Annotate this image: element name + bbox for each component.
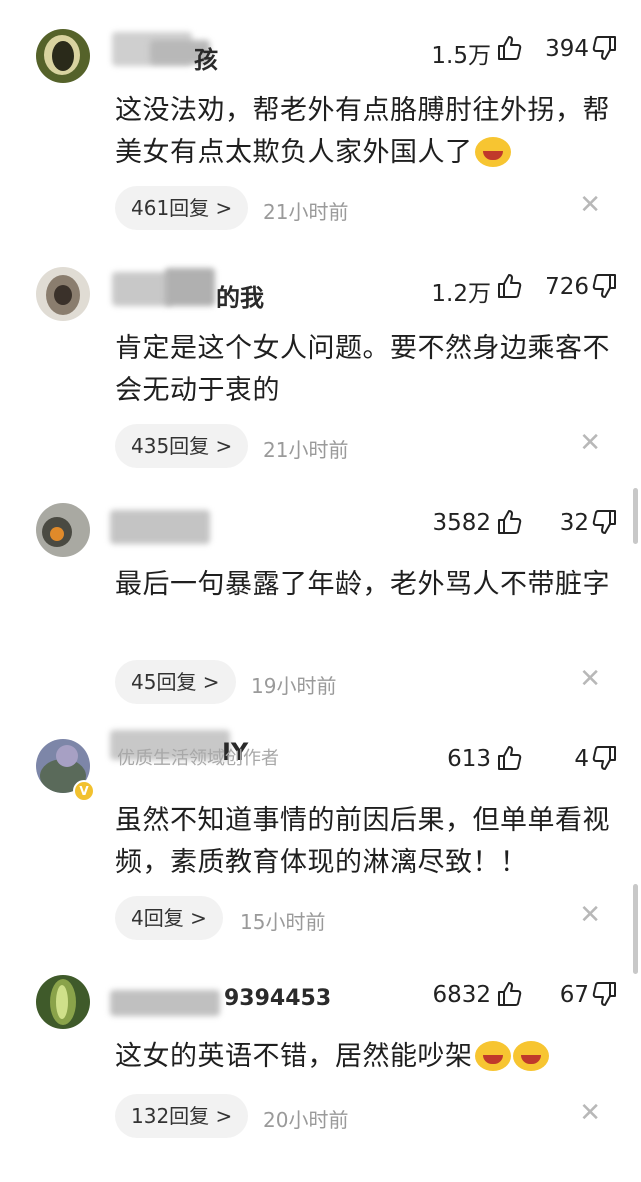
close-icon[interactable]: ✕ bbox=[579, 430, 601, 456]
comment-item: V IY 优质生活领域创作者 613 4 虽然不知道事情的前因后果，但单单看视频… bbox=[0, 710, 641, 946]
like-count: 613 bbox=[447, 746, 491, 772]
thumbs-down-icon[interactable] bbox=[591, 272, 619, 300]
timestamp: 21小时前 bbox=[263, 438, 349, 462]
comment-text: 虽然不知道事情的前因后果，但单单看视频，素质教育体现的淋漓尽致！！ bbox=[115, 805, 610, 878]
thumbs-up-icon[interactable] bbox=[495, 508, 523, 536]
dislike-count: 32 bbox=[559, 510, 589, 536]
comment-text: 这没法劝，帮老外有点胳膊肘往外拐，帮美女有点太欺负人家外国人了 bbox=[115, 95, 610, 168]
comment-item: 3582 32 最后一句暴露了年龄，老外骂人不带脏字 45回复 > 19小时前 … bbox=[0, 474, 641, 710]
scrollbar[interactable] bbox=[633, 884, 638, 974]
timestamp: 15小时前 bbox=[240, 910, 326, 934]
username[interactable]: 9394453 bbox=[110, 972, 370, 1020]
timestamp: 20小时前 bbox=[263, 1108, 349, 1132]
avatar[interactable] bbox=[36, 503, 90, 557]
username-text: 9394453 bbox=[224, 986, 332, 1011]
thumbs-up-icon[interactable] bbox=[495, 980, 523, 1008]
grinning-emoji bbox=[512, 1041, 549, 1071]
username[interactable]: 的我 bbox=[110, 264, 350, 312]
close-icon[interactable]: ✕ bbox=[579, 902, 601, 928]
username-text: 孩 bbox=[194, 46, 218, 74]
username[interactable] bbox=[110, 500, 350, 548]
comment-item: 孩 1.5万 394 这没法劝，帮老外有点胳膊肘往外拐，帮美女有点太欺负人家外国… bbox=[0, 0, 641, 236]
thumbs-up-icon[interactable] bbox=[495, 744, 523, 772]
close-icon[interactable]: ✕ bbox=[579, 1100, 601, 1126]
avatar[interactable] bbox=[36, 975, 90, 1029]
timestamp: 21小时前 bbox=[263, 200, 349, 224]
replies-button[interactable]: 45回复 > bbox=[115, 660, 236, 704]
replies-button[interactable]: 132回复 > bbox=[115, 1094, 249, 1138]
username-text: 的我 bbox=[216, 284, 264, 312]
avatar[interactable] bbox=[36, 267, 90, 321]
replies-button[interactable]: 4回复 > bbox=[115, 896, 223, 940]
dislike-count: 4 bbox=[574, 746, 589, 772]
replies-button[interactable]: 435回复 > bbox=[115, 424, 249, 468]
comment-text: 肯定是这个女人问题。要不然身边乘客不会无动于衷的 bbox=[115, 333, 610, 406]
comment-item: 的我 1.2万 726 肯定是这个女人问题。要不然身边乘客不会无动于衷的 435… bbox=[0, 238, 641, 474]
dislike-count: 67 bbox=[559, 982, 589, 1008]
replies-button[interactable]: 461回复 > bbox=[115, 186, 249, 230]
like-count: 1.5万 bbox=[431, 43, 491, 69]
crying-laughing-emoji bbox=[474, 137, 511, 167]
thumbs-down-icon[interactable] bbox=[591, 744, 619, 772]
comment-text: 最后一句暴露了年龄，老外骂人不带脏字 bbox=[115, 569, 610, 600]
scrollbar[interactable] bbox=[633, 488, 638, 544]
grinning-emoji bbox=[474, 1041, 511, 1071]
comment-text: 这女的英语不错，居然能吵架 bbox=[115, 1036, 610, 1078]
thumbs-down-icon[interactable] bbox=[591, 980, 619, 1008]
comment-item: 9394453 6832 67 这女的英语不错，居然能吵架 132回复 > 20… bbox=[0, 946, 641, 1182]
username[interactable]: 孩 bbox=[110, 26, 350, 74]
avatar[interactable] bbox=[36, 29, 90, 83]
dislike-count: 726 bbox=[545, 274, 589, 300]
verified-badge-icon: V bbox=[73, 780, 95, 802]
like-count: 1.2万 bbox=[431, 281, 491, 307]
close-icon[interactable]: ✕ bbox=[579, 666, 601, 692]
thumbs-down-icon[interactable] bbox=[591, 508, 619, 536]
thumbs-up-icon[interactable] bbox=[495, 272, 523, 300]
thumbs-down-icon[interactable] bbox=[591, 34, 619, 62]
timestamp: 19小时前 bbox=[251, 674, 337, 698]
dislike-count: 394 bbox=[545, 36, 589, 62]
thumbs-up-icon[interactable] bbox=[495, 34, 523, 62]
like-count: 3582 bbox=[432, 510, 491, 536]
creator-label: 优质生活领域创作者 bbox=[117, 748, 279, 769]
like-count: 6832 bbox=[432, 982, 491, 1008]
close-icon[interactable]: ✕ bbox=[579, 192, 601, 218]
